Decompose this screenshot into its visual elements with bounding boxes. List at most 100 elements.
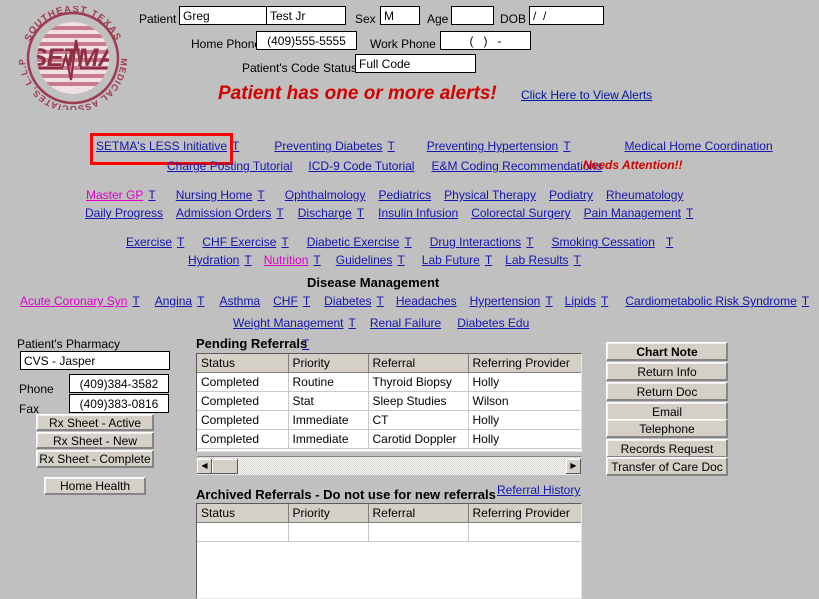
nav-link-angina[interactable]: Angina xyxy=(155,294,192,308)
nav-link-podiatry[interactable]: Podiatry xyxy=(549,188,593,202)
nav-link-drug-interactions[interactable]: Drug Interactions xyxy=(430,235,521,249)
home-health-button[interactable]: Home Health xyxy=(44,477,146,495)
tutorial-link-chf[interactable]: T xyxy=(303,294,310,308)
nav-link-guidelines[interactable]: Guidelines xyxy=(336,253,393,267)
records-request-button[interactable]: Records Request xyxy=(606,439,728,458)
nav-link-renal-failure[interactable]: Renal Failure xyxy=(370,316,441,330)
tutorial-link-master-gp[interactable]: T xyxy=(148,188,155,202)
nav-link-asthma[interactable]: Asthma xyxy=(219,294,260,308)
column-header-status[interactable]: Status xyxy=(197,354,289,373)
nav-link-setma-less-initiative[interactable]: SETMA's LESS Initiative xyxy=(96,139,227,153)
tutorial-link-nutrition[interactable]: T xyxy=(313,253,320,267)
table-row[interactable]: Completed Immediate Carotid Doppler Holl… xyxy=(197,429,581,449)
pharmacy-name-input[interactable] xyxy=(20,351,170,370)
nav-link-nursing-home[interactable]: Nursing Home xyxy=(176,188,253,202)
nav-link-pediatrics[interactable]: Pediatrics xyxy=(378,188,431,202)
nav-link-admission-orders[interactable]: Admission Orders xyxy=(176,206,271,220)
nav-link-hypertension[interactable]: Hypertension xyxy=(470,294,541,308)
return-doc-button[interactable]: Return Doc xyxy=(606,382,728,401)
nav-link-insulin-infusion[interactable]: Insulin Infusion xyxy=(378,206,458,220)
nav-link-rheumatology[interactable]: Rheumatology xyxy=(606,188,683,202)
nav-link-discharge[interactable]: Discharge xyxy=(298,206,352,220)
column-header-priority[interactable]: Priority xyxy=(288,504,369,523)
chart-note-button[interactable]: Chart Note xyxy=(606,342,728,361)
nav-link-daily-progress[interactable]: Daily Progress xyxy=(85,206,163,220)
nav-link-physical-therapy[interactable]: Physical Therapy xyxy=(444,188,536,202)
tutorial-link-exercise[interactable]: T xyxy=(177,235,184,249)
dob-input[interactable] xyxy=(529,6,604,25)
tutorial-link-hypertension[interactable]: T xyxy=(545,294,552,308)
transfer-of-care-doc-button[interactable]: Transfer of Care Doc xyxy=(606,457,728,476)
tutorial-link-chf-exercise[interactable]: T xyxy=(281,235,288,249)
tutorial-link-acute-coronary-syn[interactable]: T xyxy=(132,294,139,308)
home-phone-input[interactable] xyxy=(256,31,357,50)
table-row[interactable]: Completed Routine Thyroid Biopsy Holly xyxy=(197,372,581,392)
column-header-referral[interactable]: Referral xyxy=(368,504,469,523)
nav-link-em-coding-recommendations[interactable]: E&M Coding Recommendations xyxy=(431,159,602,173)
tutorial-link-lipids[interactable]: T xyxy=(601,294,608,308)
age-input[interactable] xyxy=(451,6,494,25)
nav-link-medical-home-coordination[interactable]: Medical Home Coordination xyxy=(625,139,773,153)
nav-link-diabetes-edu[interactable]: Diabetes Edu xyxy=(457,316,529,330)
patient-last-name-input[interactable] xyxy=(266,6,346,25)
rx-sheet-active-button[interactable]: Rx Sheet - Active xyxy=(36,414,154,431)
column-header-referring-provider[interactable]: Referring Provider xyxy=(468,354,581,373)
nav-link-master-gp[interactable]: Master GP xyxy=(86,188,143,202)
nav-link-weight-management[interactable]: Weight Management xyxy=(233,316,344,330)
pharmacy-fax-input[interactable] xyxy=(69,394,169,413)
tutorial-link-hydration[interactable]: T xyxy=(244,253,251,267)
return-info-button[interactable]: Return Info xyxy=(606,362,728,381)
pharmacy-phone-input[interactable] xyxy=(69,374,169,393)
column-header-referring-provider[interactable]: Referring Provider xyxy=(468,504,581,523)
tutorial-link-preventing-hypertension[interactable]: T xyxy=(563,139,570,153)
tutorial-link-diabetes[interactable]: T xyxy=(377,294,384,308)
nav-link-nutrition[interactable]: Nutrition xyxy=(264,253,309,267)
nav-link-preventing-hypertension[interactable]: Preventing Hypertension xyxy=(427,139,558,153)
nav-link-diabetes[interactable]: Diabetes xyxy=(324,294,371,308)
nav-link-chf[interactable]: CHF xyxy=(273,294,298,308)
nav-link-charge-posting-tutorial[interactable]: Charge Posting Tutorial xyxy=(167,159,292,173)
nav-link-lab-future[interactable]: Lab Future xyxy=(422,253,480,267)
tutorial-link-pending-referrals[interactable]: T xyxy=(302,337,309,351)
tutorial-link-drug-interactions[interactable]: T xyxy=(526,235,533,249)
nav-link-preventing-diabetes[interactable]: Preventing Diabetes xyxy=(274,139,382,153)
nav-link-ophthalmology[interactable]: Ophthalmology xyxy=(285,188,366,202)
tutorial-link-cardiometabolic-risk-syndrome[interactable]: T xyxy=(802,294,809,308)
code-status-input[interactable] xyxy=(355,54,476,73)
nav-link-lab-results[interactable]: Lab Results xyxy=(505,253,568,267)
nav-link-hydration[interactable]: Hydration xyxy=(188,253,239,267)
sex-input[interactable] xyxy=(380,6,420,25)
column-header-status[interactable]: Status xyxy=(197,504,289,523)
nav-link-icd9-code-tutorial[interactable]: ICD-9 Code Tutorial xyxy=(308,159,414,173)
view-alerts-link[interactable]: Click Here to View Alerts xyxy=(521,88,652,102)
tutorial-link-guidelines[interactable]: T xyxy=(397,253,404,267)
telephone-button[interactable]: Telephone xyxy=(606,419,728,438)
tutorial-link-weight-management[interactable]: T xyxy=(349,316,356,330)
tutorial-link-setma-less-initiative[interactable]: T xyxy=(232,139,239,153)
nav-link-diabetic-exercise[interactable]: Diabetic Exercise xyxy=(307,235,400,249)
referral-history-link[interactable]: Referral History xyxy=(497,483,580,497)
pending-referrals-horizontal-scrollbar[interactable]: ◀ ▶ xyxy=(197,456,581,475)
nav-link-cardiometabolic-risk-syndrome[interactable]: Cardiometabolic Risk Syndrome xyxy=(625,294,796,308)
patient-first-name-input[interactable] xyxy=(179,6,276,25)
column-header-priority[interactable]: Priority xyxy=(288,354,369,373)
nav-link-pain-management[interactable]: Pain Management xyxy=(584,206,681,220)
tutorial-link-admission-orders[interactable]: T xyxy=(276,206,283,220)
nav-link-acute-coronary-syn[interactable]: Acute Coronary Syn xyxy=(20,294,127,308)
nav-link-lipids[interactable]: Lipids xyxy=(565,294,596,308)
tutorial-link-lab-future[interactable]: T xyxy=(485,253,492,267)
tutorial-link-lab-results[interactable]: T xyxy=(574,253,581,267)
tutorial-link-smoking-cessation[interactable]: T xyxy=(666,235,673,249)
tutorial-link-discharge[interactable]: T xyxy=(357,206,364,220)
nav-link-headaches[interactable]: Headaches xyxy=(396,294,457,308)
tutorial-link-preventing-diabetes[interactable]: T xyxy=(387,139,394,153)
nav-link-colorectal-surgery[interactable]: Colorectal Surgery xyxy=(471,206,570,220)
table-row[interactable] xyxy=(197,522,581,542)
table-row[interactable]: Completed Immediate CT Holly xyxy=(197,410,581,430)
rx-sheet-new-button[interactable]: Rx Sheet - New xyxy=(36,432,154,449)
scroll-right-button[interactable]: ▶ xyxy=(566,458,581,474)
nav-link-exercise[interactable]: Exercise xyxy=(126,235,172,249)
tutorial-link-nursing-home[interactable]: T xyxy=(257,188,264,202)
tutorial-link-angina[interactable]: T xyxy=(197,294,204,308)
nav-link-chf-exercise[interactable]: CHF Exercise xyxy=(202,235,276,249)
